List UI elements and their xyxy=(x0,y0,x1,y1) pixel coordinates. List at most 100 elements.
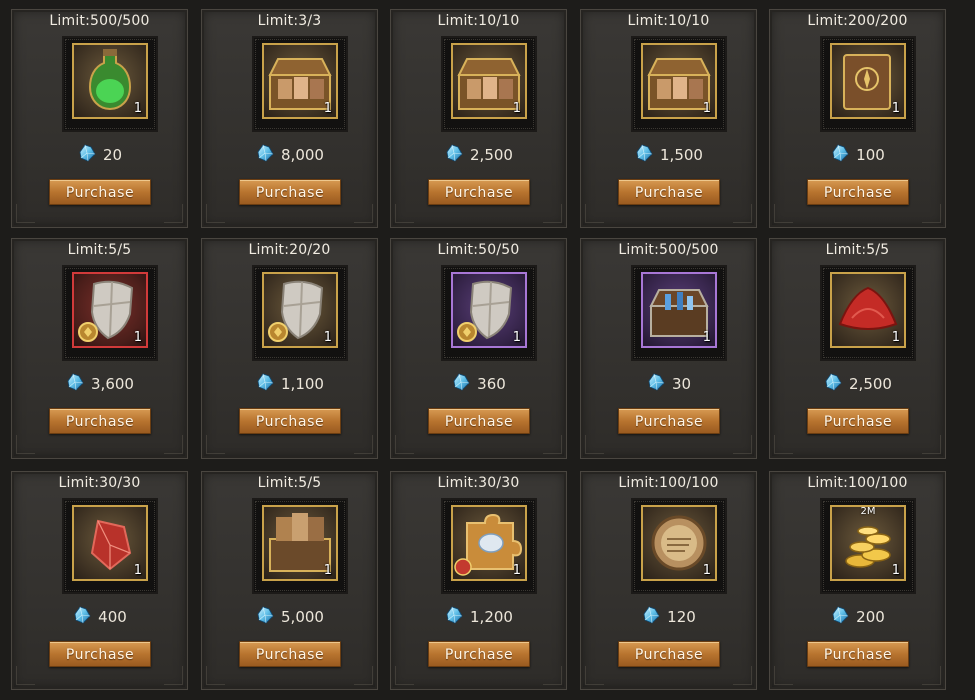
purchase-button[interactable]: Purchase xyxy=(428,408,530,434)
price-value: 360 xyxy=(477,375,506,393)
purchase-button[interactable]: Purchase xyxy=(618,179,720,205)
purchase-limit-label: Limit:30/30 xyxy=(58,475,141,491)
blue-crystal-gem-icon xyxy=(255,372,275,392)
shop-item-card: Limit:10/10 1 1,500 Purchase xyxy=(580,9,757,228)
shop-item-card: Limit:5/5 1 5,000 Purchase xyxy=(201,471,378,690)
item-frame: 1 xyxy=(631,36,727,132)
purchase-limit-label: Limit:5/5 xyxy=(67,242,132,258)
blue-crystal-gem-icon xyxy=(646,372,666,392)
purchase-limit-label: Limit:5/5 xyxy=(257,475,322,491)
blue-crystal-gem-icon xyxy=(444,605,464,625)
item-frame: 1 xyxy=(820,265,916,361)
price-value: 1,200 xyxy=(470,608,513,626)
item-quantity: 1 xyxy=(512,330,521,345)
red-crystal-icon[interactable]: 1 xyxy=(72,505,148,581)
purchase-limit-label: Limit:100/100 xyxy=(807,475,908,491)
purchase-button[interactable]: Purchase xyxy=(618,641,720,667)
shield-icon[interactable]: 1 xyxy=(262,272,338,348)
purchase-button[interactable]: Purchase xyxy=(239,179,341,205)
item-frame: 1 xyxy=(820,36,916,132)
gold-coins-icon[interactable]: 2M 1 xyxy=(830,505,906,581)
price-value: 2,500 xyxy=(849,375,892,393)
price-row: 2,500 xyxy=(391,145,566,167)
item-frame: 1 xyxy=(441,498,537,594)
purchase-button[interactable]: Purchase xyxy=(618,408,720,434)
price-row: 100 xyxy=(770,145,945,167)
item-quantity: 1 xyxy=(702,330,711,345)
item-quantity: 1 xyxy=(702,563,711,578)
purchase-button[interactable]: Purchase xyxy=(428,641,530,667)
scroll-icon[interactable]: 1 xyxy=(641,505,717,581)
price-value: 5,000 xyxy=(281,608,324,626)
purchase-limit-label: Limit:500/500 xyxy=(49,13,150,29)
shop-item-card: Limit:5/5 1 3,600 Purchase xyxy=(11,238,188,459)
item-frame: 1 xyxy=(252,265,348,361)
price-row: 3,600 xyxy=(12,374,187,396)
shop-item-card: Limit:100/100 1 120 Purchase xyxy=(580,471,757,690)
blue-crystal-gem-icon xyxy=(823,372,843,392)
price-value: 2,500 xyxy=(470,146,513,164)
shop-item-card: Limit:500/500 1 20 Purchase xyxy=(11,9,188,228)
purchase-button[interactable]: Purchase xyxy=(807,179,909,205)
purchase-button[interactable]: Purchase xyxy=(428,179,530,205)
purchase-button[interactable]: Purchase xyxy=(807,408,909,434)
price-row: 1,100 xyxy=(202,374,377,396)
item-frame: 1 xyxy=(62,265,158,361)
price-row: 400 xyxy=(12,607,187,629)
purchase-button[interactable]: Purchase xyxy=(49,179,151,205)
shield-icon[interactable]: 1 xyxy=(451,272,527,348)
item-quantity: 1 xyxy=(133,330,142,345)
price-row: 20 xyxy=(12,145,187,167)
item-frame: 1 xyxy=(252,36,348,132)
price-row: 1,200 xyxy=(391,607,566,629)
item-frame: 1 xyxy=(252,498,348,594)
purchase-limit-label: Limit:200/200 xyxy=(807,13,908,29)
price-row: 8,000 xyxy=(202,145,377,167)
purchase-limit-label: Limit:10/10 xyxy=(437,13,520,29)
purchase-button[interactable]: Purchase xyxy=(239,641,341,667)
green-potion-flask-icon[interactable]: 1 xyxy=(72,43,148,119)
item-frame: 1 xyxy=(631,498,727,594)
purchase-limit-label: Limit:5/5 xyxy=(825,242,890,258)
blue-crystal-gem-icon xyxy=(830,143,850,163)
purchase-button[interactable]: Purchase xyxy=(49,641,151,667)
item-frame: 1 xyxy=(62,36,158,132)
price-value: 120 xyxy=(667,608,696,626)
purchase-limit-label: Limit:20/20 xyxy=(248,242,331,258)
shop-item-card: Limit:3/3 1 8,000 Purchase xyxy=(201,9,378,228)
blue-crystal-gem-icon xyxy=(255,143,275,163)
shop-grid: Limit:500/500 1 20 Purchase Limit:3/3 1 … xyxy=(0,0,975,700)
price-value: 200 xyxy=(856,608,885,626)
spell-tome-book-icon[interactable]: 1 xyxy=(830,43,906,119)
shop-item-card: Limit:100/100 2M 1 200 Purchase xyxy=(769,471,946,690)
shop-item-card: Limit:200/200 1 100 Purchase xyxy=(769,9,946,228)
purchase-limit-label: Limit:10/10 xyxy=(627,13,710,29)
blue-crystal-gem-icon xyxy=(444,143,464,163)
item-quantity: 1 xyxy=(891,101,900,116)
shield-icon[interactable]: 1 xyxy=(72,272,148,348)
price-value: 100 xyxy=(856,146,885,164)
purchase-button[interactable]: Purchase xyxy=(49,408,151,434)
price-value: 400 xyxy=(98,608,127,626)
purchase-button[interactable]: Purchase xyxy=(807,641,909,667)
puzzle-piece-icon[interactable]: 1 xyxy=(451,505,527,581)
item-frame: 1 xyxy=(62,498,158,594)
hero-portrait-chest-icon[interactable]: 1 xyxy=(641,43,717,119)
purchase-limit-label: Limit:100/100 xyxy=(618,475,719,491)
item-frame: 2M 1 xyxy=(820,498,916,594)
treasure-chest-icon[interactable]: 1 xyxy=(641,272,717,348)
blue-crystal-gem-icon xyxy=(72,605,92,625)
shop-item-card: Limit:30/30 1 1,200 Purchase xyxy=(390,471,567,690)
shop-item-card: Limit:30/30 1 400 Purchase xyxy=(11,471,188,690)
red-cloth-icon[interactable]: 1 xyxy=(830,272,906,348)
purchase-button[interactable]: Purchase xyxy=(239,408,341,434)
purchase-limit-label: Limit:3/3 xyxy=(257,13,322,29)
hero-card-chest-icon[interactable]: 1 xyxy=(262,505,338,581)
price-value: 30 xyxy=(671,375,692,393)
hero-portrait-chest-icon[interactable]: 1 xyxy=(451,43,527,119)
item-quantity: 1 xyxy=(512,101,521,116)
blue-crystal-gem-icon xyxy=(77,143,97,163)
price-value: 8,000 xyxy=(281,146,324,164)
hero-portrait-chest-icon[interactable]: 1 xyxy=(262,43,338,119)
item-quantity: 1 xyxy=(133,563,142,578)
